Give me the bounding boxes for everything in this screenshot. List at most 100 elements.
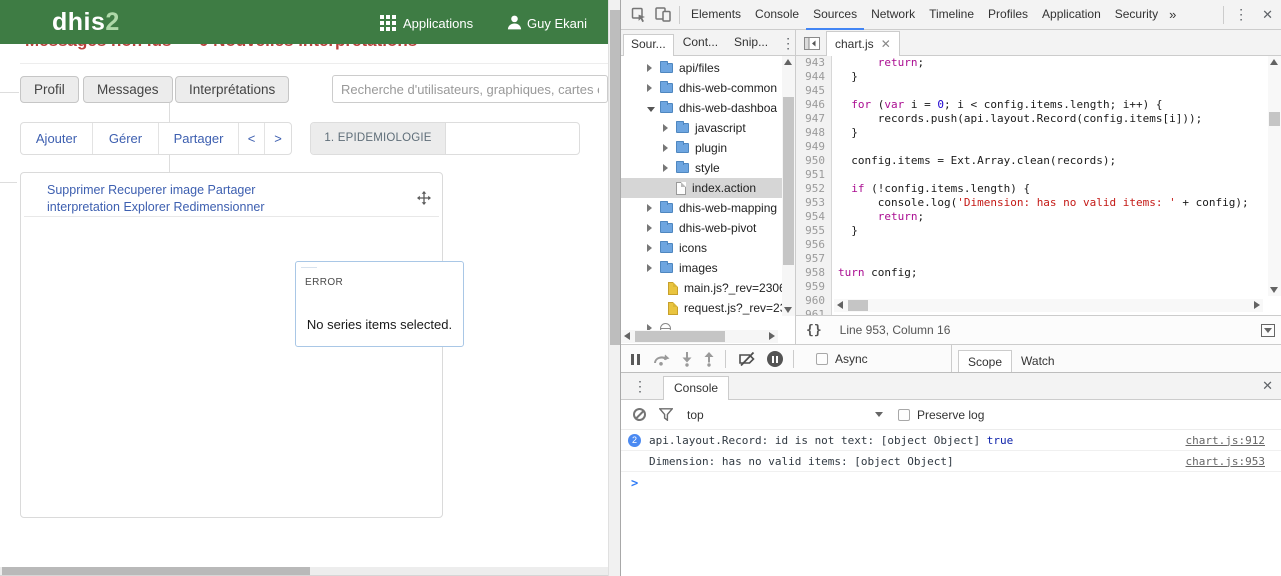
user-menu[interactable]: Guy Ekani bbox=[527, 16, 587, 31]
widget-link-4[interactable]: Redimensionner bbox=[173, 200, 264, 214]
editor-horizontal-scrollbar[interactable] bbox=[834, 299, 1263, 312]
user-icon[interactable] bbox=[506, 14, 523, 36]
toggle-drawer-icon[interactable] bbox=[1261, 324, 1275, 337]
tree-item-index.action[interactable]: index.action bbox=[621, 178, 782, 198]
tree-vertical-scrollbar[interactable] bbox=[782, 56, 795, 316]
devtools-tab-network[interactable]: Network bbox=[864, 0, 922, 30]
line-number[interactable]: 961 bbox=[796, 308, 831, 315]
line-number[interactable]: 955 bbox=[796, 224, 831, 238]
toolbar-link-2[interactable]: Partager bbox=[159, 123, 239, 154]
devtools-tab-application[interactable]: Application bbox=[1035, 0, 1108, 30]
line-number[interactable]: 954 bbox=[796, 210, 831, 224]
pretty-print-icon[interactable]: {} bbox=[806, 323, 822, 338]
line-number[interactable]: 944 bbox=[796, 70, 831, 84]
tree-item-request.js?_rev=230[interactable]: request.js?_rev=230 bbox=[621, 298, 782, 318]
async-checkbox[interactable] bbox=[816, 353, 828, 365]
collapsed-arrow-icon[interactable] bbox=[647, 261, 655, 275]
navigator-tab-2[interactable]: Snip... bbox=[727, 33, 775, 53]
source-link[interactable]: chart.js:953 bbox=[1186, 455, 1265, 468]
line-number[interactable]: 949 bbox=[796, 140, 831, 154]
collapsed-arrow-icon[interactable] bbox=[647, 61, 655, 75]
tab-profil[interactable]: Profil bbox=[20, 76, 79, 103]
hide-navigator-icon[interactable] bbox=[804, 37, 820, 50]
devtools-tab-timeline[interactable]: Timeline bbox=[922, 0, 981, 30]
source-link[interactable]: chart.js:912 bbox=[1186, 434, 1265, 447]
console-close-icon[interactable]: ✕ bbox=[1254, 378, 1281, 394]
line-number[interactable]: 952 bbox=[796, 182, 831, 196]
collapsed-arrow-icon[interactable] bbox=[663, 161, 671, 175]
toolbar-link-0[interactable]: Ajouter bbox=[21, 123, 93, 154]
editor-gutter[interactable]: 9439449459469479489499509519529539549559… bbox=[796, 56, 832, 315]
preserve-log-checkbox[interactable] bbox=[898, 409, 910, 421]
line-number[interactable]: 958 bbox=[796, 266, 831, 280]
console-tab[interactable]: Console bbox=[663, 376, 729, 400]
clear-console-icon[interactable] bbox=[633, 408, 646, 421]
devtools-tab-sources[interactable]: Sources bbox=[806, 0, 864, 30]
file-tab-chartjs[interactable]: chart.js ✕ bbox=[826, 31, 900, 56]
widget-link-3[interactable]: Explorer bbox=[123, 200, 170, 214]
device-toolbar-icon[interactable] bbox=[651, 3, 675, 27]
tree-item-dhis-web-mapping[interactable]: dhis-web-mapping bbox=[621, 198, 782, 218]
devtools-tab-console[interactable]: Console bbox=[748, 0, 806, 30]
devtools-menu-icon[interactable]: ⋮ bbox=[1228, 6, 1254, 23]
toolbar-link-1[interactable]: Gérer bbox=[93, 123, 159, 154]
line-number[interactable]: 953 bbox=[796, 196, 831, 210]
pause-on-exceptions-icon[interactable] bbox=[767, 351, 783, 367]
devtools-tab-profiles[interactable]: Profiles bbox=[981, 0, 1035, 30]
devtools-tab-security[interactable]: Security bbox=[1108, 0, 1165, 30]
step-into-icon[interactable] bbox=[681, 352, 693, 367]
line-number[interactable]: 946 bbox=[796, 98, 831, 112]
page-vertical-scrollbar[interactable] bbox=[608, 0, 620, 576]
pane-tab-watch[interactable]: Watch bbox=[1012, 350, 1064, 373]
line-number[interactable]: 948 bbox=[796, 126, 831, 140]
filter-icon[interactable] bbox=[659, 408, 673, 421]
tree-item-dhis-web-dashboa[interactable]: dhis-web-dashboa bbox=[621, 98, 782, 118]
collapsed-arrow-icon[interactable] bbox=[663, 121, 671, 135]
line-number[interactable]: 950 bbox=[796, 154, 831, 168]
tab-interprétations[interactable]: Interprétations bbox=[175, 76, 289, 103]
step-out-icon[interactable] bbox=[703, 352, 715, 367]
move-icon[interactable] bbox=[417, 191, 431, 210]
file-tab-close-icon[interactable]: ✕ bbox=[874, 37, 891, 51]
line-number[interactable]: 943 bbox=[796, 56, 831, 70]
step-over-icon[interactable] bbox=[653, 353, 671, 366]
collapsed-arrow-icon[interactable] bbox=[663, 141, 671, 155]
devtools-tab-elements[interactable]: Elements bbox=[684, 0, 748, 30]
collapsed-arrow-icon[interactable] bbox=[647, 221, 655, 235]
applications-menu[interactable]: Applications bbox=[403, 16, 473, 31]
collapsed-arrow-icon[interactable] bbox=[647, 81, 655, 95]
tree-item-images[interactable]: images bbox=[621, 258, 782, 278]
pane-tab-scope[interactable]: Scope bbox=[958, 350, 1012, 373]
line-number[interactable]: 959 bbox=[796, 280, 831, 294]
line-number[interactable]: 947 bbox=[796, 112, 831, 126]
search-input[interactable] bbox=[332, 75, 608, 103]
navigator-tab-1[interactable]: Cont... bbox=[676, 33, 725, 53]
widget-link-0[interactable]: Supprimer bbox=[47, 183, 105, 197]
console-prompt[interactable]: > bbox=[621, 472, 638, 494]
tree-item-plugin[interactable]: plugin bbox=[621, 138, 782, 158]
page-horizontal-scrollbar[interactable] bbox=[0, 567, 608, 575]
tree-item-dhis-web-common[interactable]: dhis-web-common bbox=[621, 78, 782, 98]
collapsed-arrow-icon[interactable] bbox=[647, 201, 655, 215]
scrollbar-thumb[interactable] bbox=[610, 10, 620, 345]
tab-messages[interactable]: Messages bbox=[83, 76, 173, 103]
tree-item-main.js?_rev=23062[interactable]: main.js?_rev=23062 bbox=[621, 278, 782, 298]
scrollbar-thumb[interactable] bbox=[2, 567, 310, 575]
widget-link-1[interactable]: Recuperer image bbox=[108, 183, 204, 197]
dashboard-tab-epidemiologie[interactable]: 1. EPIDEMIOLOGIE bbox=[311, 123, 446, 154]
editor-vertical-scrollbar[interactable] bbox=[1268, 56, 1281, 296]
dhis-logo[interactable]: dhis2 bbox=[52, 8, 120, 37]
tree-item-icons[interactable]: icons bbox=[621, 238, 782, 258]
applications-grid-icon[interactable] bbox=[380, 15, 396, 31]
tree-item-api/files[interactable]: api/files bbox=[621, 58, 782, 78]
tree-item-dhis-web-pivot[interactable]: dhis-web-pivot bbox=[621, 218, 782, 238]
collapsed-arrow-icon[interactable] bbox=[647, 241, 655, 255]
line-number[interactable]: 957 bbox=[796, 252, 831, 266]
line-number[interactable]: 960 bbox=[796, 294, 831, 308]
context-dropdown-icon[interactable] bbox=[875, 412, 883, 417]
devtools-close-icon[interactable]: ✕ bbox=[1254, 7, 1281, 23]
pause-script-icon[interactable] bbox=[631, 354, 643, 365]
line-number[interactable]: 956 bbox=[796, 238, 831, 252]
tree-item-javascript[interactable]: javascript bbox=[621, 118, 782, 138]
toolbar-link-3[interactable]: < bbox=[239, 123, 265, 154]
